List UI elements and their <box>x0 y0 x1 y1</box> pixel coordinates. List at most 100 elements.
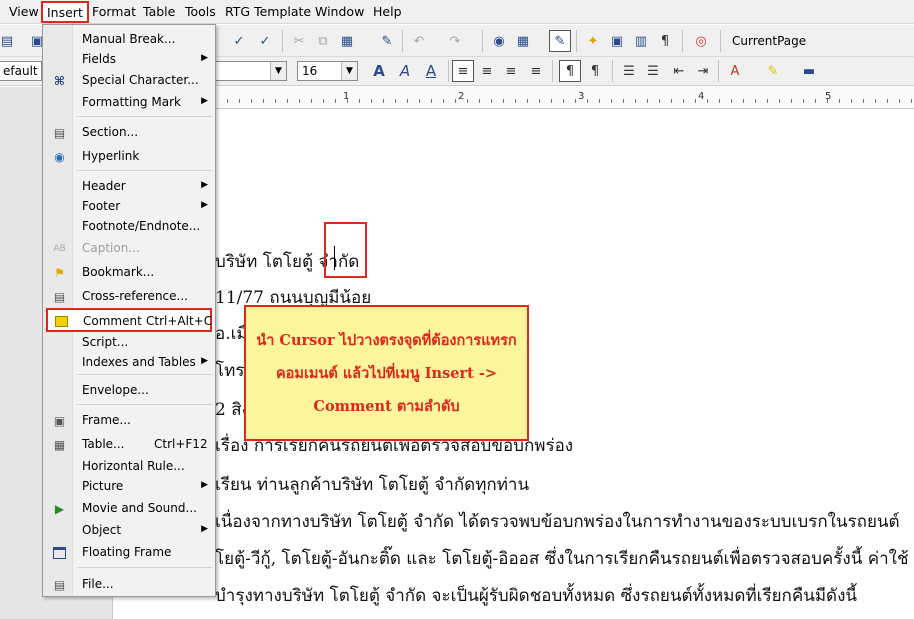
ruler-tick <box>539 99 540 103</box>
ruler-tick <box>671 99 672 103</box>
menu-item-special-character[interactable]: ⌘ Special Character... <box>43 70 215 90</box>
show-draw-functions-icon[interactable]: ✎ <box>549 30 571 52</box>
ruler-tick <box>479 99 480 103</box>
menu-help[interactable]: Help <box>373 4 402 19</box>
cross-reference-icon: ▤ <box>53 289 66 304</box>
doc-line: โทร <box>215 361 245 381</box>
font-name-combo[interactable]: ▼ <box>215 61 287 81</box>
ruler-tick <box>431 99 432 103</box>
numbering-icon[interactable]: ☰ <box>618 60 640 82</box>
menu-item-caption[interactable]: AB Caption... <box>43 238 215 258</box>
menu-item-hyperlink[interactable]: ◉ Hyperlink <box>43 146 215 166</box>
instruction-callout: นำ Cursor ไปวางตรงจุดที่ต้องการแทรก คอมเ… <box>244 305 529 441</box>
autospellcheck-icon[interactable]: ✓ <box>254 30 276 52</box>
nonprinting-characters-icon[interactable]: ¶ <box>654 30 676 52</box>
menu-item-comment[interactable]: Comment Ctrl+Alt+C <box>46 308 212 332</box>
menu-item-frame[interactable]: ▣ Frame... <box>43 410 215 430</box>
menu-item-movie-and-sound[interactable]: ▶ Movie and Sound... <box>43 498 215 518</box>
paragraph-style-combo[interactable]: efault <box>0 61 42 81</box>
horizontal-ruler[interactable]: 1 2 3 4 5 <box>113 87 914 109</box>
menu-item-section[interactable]: ▤ Section... <box>43 122 215 142</box>
ruler-tick <box>659 99 660 103</box>
menu-bar: View Insert Format Table Tools RTG Templ… <box>0 0 914 24</box>
ruler-tick <box>875 99 876 103</box>
menu-item-object[interactable]: Object ▶ <box>43 520 215 540</box>
ltr-icon[interactable]: ¶ <box>559 60 581 82</box>
ruler-tick <box>335 99 336 103</box>
menu-item-cross-reference[interactable]: ▤ Cross-reference... <box>43 286 215 306</box>
highlighting-icon[interactable]: ✎ <box>762 60 784 82</box>
font-size-value: 16 <box>302 64 318 78</box>
help-icon[interactable]: ◎ <box>690 30 712 52</box>
redo-icon[interactable]: ↷ <box>444 30 466 52</box>
ruler-tick <box>311 99 312 103</box>
menu-table[interactable]: Table <box>143 4 175 19</box>
gallery-icon[interactable]: ▣ <box>606 30 628 52</box>
ruler-tick <box>695 99 696 103</box>
data-sources-icon[interactable]: ▥ <box>630 30 652 52</box>
italic-icon[interactable]: A <box>394 60 416 82</box>
bold-icon[interactable]: A <box>368 60 390 82</box>
menu-item-envelope[interactable]: Envelope... <box>43 380 215 400</box>
menu-rtg-template[interactable]: RTG Template <box>225 4 311 19</box>
menu-item-horizontal-rule[interactable]: Horizontal Rule... <box>43 456 215 476</box>
ruler-tick <box>887 99 888 103</box>
ruler-tick <box>599 99 600 103</box>
cursor-highlight-box <box>324 222 367 278</box>
menu-item-bookmark[interactable]: ⚑ Bookmark... <box>43 262 215 282</box>
undo-icon[interactable]: ↶ <box>408 30 430 52</box>
ruler-tick <box>731 99 732 103</box>
ruler-tick <box>563 99 564 103</box>
decrease-indent-icon[interactable]: ⇤ <box>668 60 690 82</box>
callout-line: นำ Cursor ไปวางตรงจุดที่ต้องการแทรก <box>256 331 517 349</box>
menu-item-formatting-mark[interactable]: Formatting Mark ▶ <box>43 92 215 112</box>
submenu-arrow-icon: ▶ <box>201 180 208 190</box>
menu-item-floating-frame[interactable]: Floating Frame <box>43 542 215 562</box>
underline-icon[interactable]: A <box>420 60 442 82</box>
ruler-tick <box>371 99 372 103</box>
ruler-tick <box>779 99 780 103</box>
justify-icon[interactable]: ≡ <box>525 60 547 82</box>
align-left-icon[interactable]: ≡ <box>452 60 474 82</box>
font-color-icon[interactable]: A <box>724 60 746 82</box>
ruler-tick <box>227 99 228 103</box>
doc-line: โยตู้-วีกู้, โตโยตู้-อันกะติ๊ด และ โตโยต… <box>215 549 909 569</box>
menu-insert[interactable]: Insert <box>41 1 89 23</box>
ruler-tick <box>611 99 612 103</box>
ruler-tick <box>683 99 684 103</box>
menu-item-indexes-and-tables[interactable]: Indexes and Tables ▶ <box>43 352 215 372</box>
menu-view[interactable]: View <box>9 4 39 19</box>
menu-item-script[interactable]: Script... <box>43 332 215 352</box>
paste-icon[interactable]: ▦ <box>336 30 358 52</box>
menu-item-footnote-endnote[interactable]: Footnote/Endnote... <box>43 216 215 236</box>
menu-item-fields[interactable]: Fields ▶ <box>43 49 215 69</box>
doc-line: เรียน ท่านลูกค้าบริษัท โตโยตู้ จำกัดทุกท… <box>215 475 530 495</box>
menu-item-table[interactable]: ▦ Table... Ctrl+F12 <box>43 434 215 454</box>
clone-formatting-icon[interactable]: ✎ <box>376 30 398 52</box>
bullets-icon[interactable]: ☰ <box>642 60 664 82</box>
ruler-label: 5 <box>825 91 832 102</box>
menu-item-header[interactable]: Header ▶ <box>43 176 215 196</box>
align-center-icon[interactable]: ≡ <box>476 60 498 82</box>
menu-item-file[interactable]: ▤ File... <box>43 574 215 594</box>
table-toolbar-icon[interactable]: ▦ <box>512 30 534 52</box>
increase-indent-icon[interactable]: ⇥ <box>692 60 714 82</box>
background-color-icon[interactable]: ▬ <box>798 60 820 82</box>
rtl-icon[interactable]: ¶ <box>584 60 606 82</box>
font-size-combo[interactable]: 16 ▼ <box>297 61 358 81</box>
hyperlink-toolbar-icon[interactable]: ◉ <box>488 30 510 52</box>
align-right-icon[interactable]: ≡ <box>500 60 522 82</box>
cut-icon[interactable]: ✂ <box>288 30 310 52</box>
new-document-icon[interactable]: ▤ <box>0 30 18 52</box>
menu-tools[interactable]: Tools <box>185 4 216 19</box>
menu-window[interactable]: Window <box>315 4 364 19</box>
menu-item-manual-break[interactable]: Manual Break... <box>43 29 215 49</box>
spellcheck-icon[interactable]: ✓ <box>228 30 250 52</box>
menu-item-footer[interactable]: Footer ▶ <box>43 196 215 216</box>
navigator-icon[interactable]: ✦ <box>582 30 604 52</box>
copy-icon[interactable]: ⧉ <box>312 30 334 52</box>
ruler-tick <box>299 99 300 103</box>
menu-item-picture[interactable]: Picture ▶ <box>43 476 215 496</box>
menu-format[interactable]: Format <box>92 4 136 19</box>
ruler-tick <box>911 99 912 103</box>
